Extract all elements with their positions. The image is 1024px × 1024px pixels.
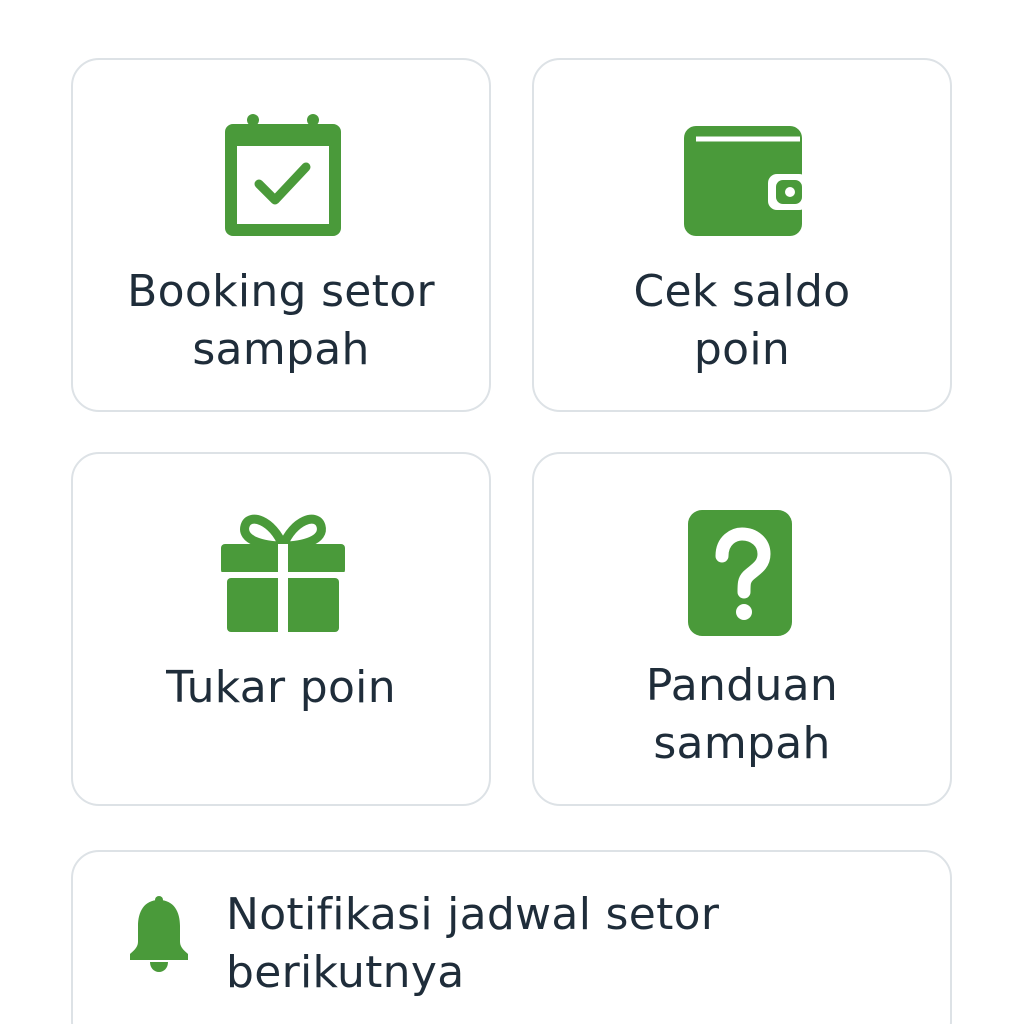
saldo-label: Cek saldo poin bbox=[534, 263, 950, 379]
saldo-label-line1: Cek saldo bbox=[633, 266, 851, 317]
booking-label-line2: sampah bbox=[192, 324, 370, 375]
tukar-label-line1: Tukar poin bbox=[166, 662, 396, 713]
gift-icon bbox=[219, 514, 347, 634]
calendar-check-icon bbox=[225, 114, 341, 236]
saldo-label-line2: poin bbox=[693, 324, 791, 375]
cek-saldo-poin-button[interactable]: Cek saldo poin bbox=[532, 58, 952, 412]
panduan-label-line1: Panduan bbox=[645, 660, 839, 711]
bell-icon bbox=[130, 896, 188, 972]
notifikasi-label: Notifikasi jadwal setor berikutnya bbox=[226, 886, 926, 1002]
question-icon bbox=[688, 510, 792, 636]
notifikasi-label-line1: Notifikasi jadwal setor bbox=[226, 889, 720, 940]
notifikasi-label-line2: berikutnya bbox=[226, 947, 465, 998]
home-menu-screen: Booking setor sampah Cek saldo poin Tuka… bbox=[0, 0, 1024, 1024]
tukar-label: Tukar poin bbox=[73, 659, 489, 717]
booking-label: Booking setor sampah bbox=[73, 263, 489, 379]
panduan-sampah-button[interactable]: Panduan sampah bbox=[532, 452, 952, 806]
wallet-icon bbox=[684, 126, 804, 236]
tukar-poin-button[interactable]: Tukar poin bbox=[71, 452, 491, 806]
panduan-label-line2: sampah bbox=[653, 718, 831, 769]
booking-label-line1: Booking setor bbox=[127, 266, 435, 317]
booking-setor-sampah-button[interactable]: Booking setor sampah bbox=[71, 58, 491, 412]
panduan-label: Panduan sampah bbox=[534, 657, 950, 773]
notifikasi-jadwal-card[interactable]: Notifikasi jadwal setor berikutnya bbox=[71, 850, 952, 1024]
